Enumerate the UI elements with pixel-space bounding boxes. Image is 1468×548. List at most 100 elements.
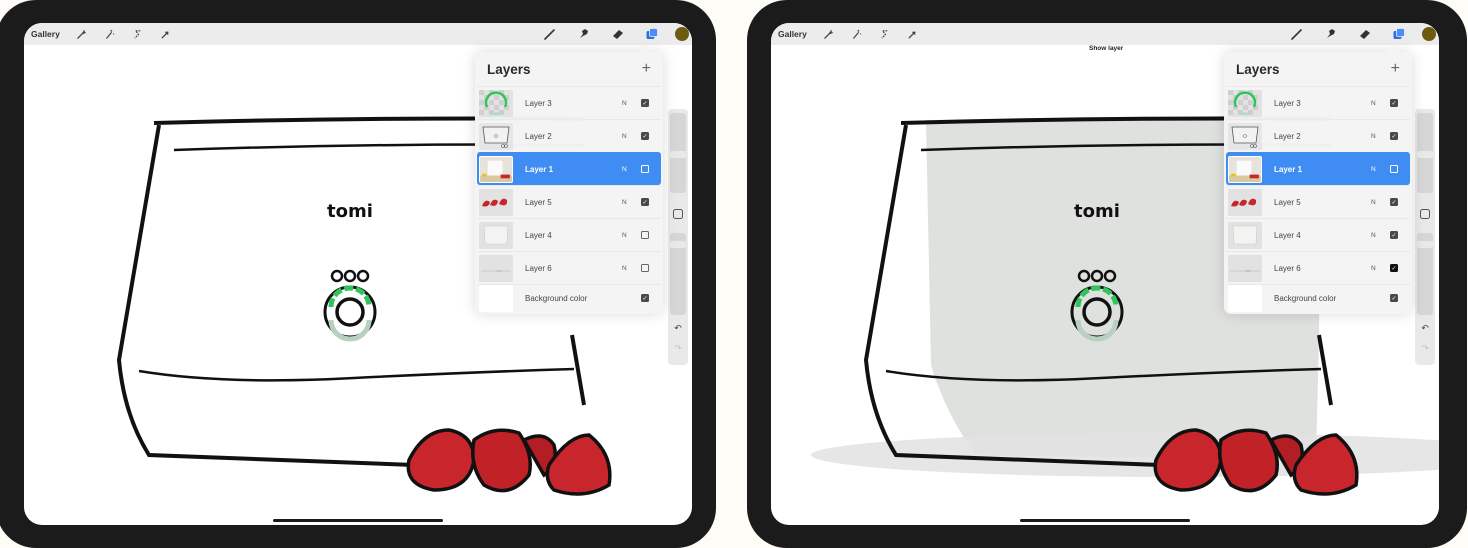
eraser-icon[interactable] [601, 23, 635, 45]
selection-icon[interactable] [124, 23, 152, 45]
layer-thumbnail[interactable] [1228, 284, 1262, 312]
layer-row[interactable]: Layer 2 N ✓ [1226, 119, 1410, 152]
smudge-icon[interactable] [1314, 23, 1348, 45]
opacity-slider[interactable] [1417, 233, 1433, 315]
redo-icon[interactable]: ↷ [1415, 343, 1435, 354]
layer-name: Background color [1274, 293, 1337, 303]
layer-row[interactable]: Layer 6 N ✓ [1226, 251, 1410, 284]
control-knob [323, 269, 377, 342]
blend-mode-button[interactable]: N [622, 232, 636, 239]
blend-mode-button[interactable]: N [622, 265, 636, 272]
gallery-button[interactable]: Gallery [778, 29, 807, 39]
layers-panel: Layers + Layer 3 N ✓ Layer 2 N ✓ Layer 1 N Layer… [1224, 52, 1412, 314]
layers-icon[interactable] [635, 23, 669, 45]
layer-row[interactable]: Layer 6 N [477, 251, 661, 284]
visibility-checkbox[interactable] [641, 264, 649, 272]
layer-row[interactable]: Layer 4 N ✓ [1226, 218, 1410, 251]
add-layer-button[interactable]: + [1391, 61, 1400, 77]
slider-thumb[interactable] [1417, 241, 1433, 248]
home-indicator[interactable] [273, 519, 443, 522]
undo-icon[interactable]: ↶ [668, 323, 688, 334]
layer-row[interactable]: Layer 3 N ✓ [1226, 86, 1410, 119]
blend-mode-button[interactable]: N [1371, 166, 1385, 173]
undo-icon[interactable]: ↶ [1415, 323, 1435, 334]
layer-row[interactable]: Layer 2 N ✓ [477, 119, 661, 152]
visibility-checkbox[interactable]: ✓ [1390, 294, 1398, 302]
blend-mode-button[interactable]: N [1371, 232, 1385, 239]
slider-thumb[interactable] [670, 241, 686, 248]
blend-mode-button[interactable]: N [622, 133, 636, 140]
eraser-icon[interactable] [1348, 23, 1382, 45]
brand-label: tomi [1074, 201, 1120, 222]
layer-thumbnail[interactable] [1228, 221, 1262, 249]
brush-icon[interactable] [533, 23, 567, 45]
add-layer-button[interactable]: + [642, 61, 651, 77]
visibility-checkbox[interactable]: ✓ [641, 99, 649, 107]
selection-icon[interactable] [871, 23, 899, 45]
blend-mode-button[interactable]: N [1371, 199, 1385, 206]
visibility-checkbox[interactable] [641, 165, 649, 173]
gallery-button[interactable]: Gallery [31, 29, 60, 39]
layers-panel-title: Layers [1236, 61, 1280, 77]
layer-thumbnail[interactable] [479, 188, 513, 216]
transform-arrow-icon[interactable] [152, 23, 180, 45]
blend-mode-button[interactable]: N [622, 199, 636, 206]
redo-icon[interactable]: ↷ [668, 343, 688, 354]
magic-wand-icon[interactable] [843, 23, 871, 45]
color-swatch[interactable] [675, 27, 689, 41]
brush-size-slider[interactable] [670, 113, 686, 193]
layers-icon[interactable] [1382, 23, 1416, 45]
layer-thumbnail[interactable] [479, 122, 513, 150]
layer-thumbnail[interactable] [479, 221, 513, 249]
strawberries [406, 428, 612, 496]
visibility-checkbox[interactable] [1390, 165, 1398, 173]
layer-row[interactable]: Layer 1 N [1226, 152, 1410, 185]
layer-thumbnail[interactable] [1228, 155, 1262, 183]
visibility-checkbox[interactable]: ✓ [1390, 231, 1398, 239]
layer-thumbnail[interactable] [479, 254, 513, 282]
visibility-checkbox[interactable]: ✓ [1390, 132, 1398, 140]
brush-size-slider[interactable] [1417, 113, 1433, 193]
modify-button[interactable] [1420, 209, 1430, 219]
blend-mode-button[interactable]: N [1371, 100, 1385, 107]
wrench-icon[interactable] [815, 23, 843, 45]
layer-row[interactable]: Layer 3 N ✓ [477, 86, 661, 119]
layer-thumbnail[interactable] [1228, 89, 1262, 117]
smudge-icon[interactable] [567, 23, 601, 45]
visibility-checkbox[interactable]: ✓ [1390, 264, 1398, 272]
blend-mode-button[interactable]: N [1371, 133, 1385, 140]
color-swatch[interactable] [1422, 27, 1436, 41]
blend-mode-button[interactable]: N [622, 100, 636, 107]
wrench-icon[interactable] [68, 23, 96, 45]
blend-mode-button[interactable]: N [622, 166, 636, 173]
layer-row[interactable]: Layer 5 N ✓ [477, 185, 661, 218]
visibility-checkbox[interactable]: ✓ [641, 132, 649, 140]
layer-thumbnail[interactable] [1228, 188, 1262, 216]
strawberries [1153, 428, 1359, 496]
visibility-checkbox[interactable]: ✓ [641, 198, 649, 206]
layer-row[interactable]: Layer 4 N [477, 218, 661, 251]
background-color-row[interactable]: Background color ✓ [477, 284, 661, 312]
layer-thumbnail[interactable] [1228, 254, 1262, 282]
modify-button[interactable] [673, 209, 683, 219]
layer-row[interactable]: Layer 5 N ✓ [1226, 185, 1410, 218]
brush-icon[interactable] [1280, 23, 1314, 45]
blend-mode-button[interactable]: N [1371, 265, 1385, 272]
layer-name: Layer 5 [1274, 197, 1301, 207]
home-indicator[interactable] [1020, 519, 1190, 522]
visibility-checkbox[interactable]: ✓ [641, 294, 649, 302]
transform-arrow-icon[interactable] [899, 23, 927, 45]
layer-thumbnail[interactable] [479, 284, 513, 312]
visibility-checkbox[interactable]: ✓ [1390, 99, 1398, 107]
visibility-checkbox[interactable]: ✓ [1390, 198, 1398, 206]
layer-thumbnail[interactable] [1228, 122, 1262, 150]
magic-wand-icon[interactable] [96, 23, 124, 45]
slider-thumb[interactable] [670, 151, 686, 158]
slider-thumb[interactable] [1417, 151, 1433, 158]
visibility-checkbox[interactable] [641, 231, 649, 239]
opacity-slider[interactable] [670, 233, 686, 315]
layer-thumbnail[interactable] [479, 155, 513, 183]
background-color-row[interactable]: Background color ✓ [1226, 284, 1410, 312]
layer-row[interactable]: Layer 1 N [477, 152, 661, 185]
layer-thumbnail[interactable] [479, 89, 513, 117]
